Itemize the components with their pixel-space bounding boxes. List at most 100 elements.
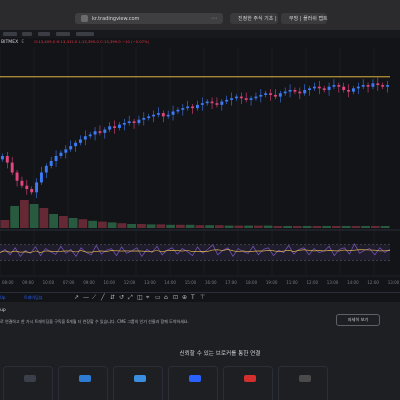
volume-bar bbox=[176, 224, 185, 228]
symbol-legend: BITMEX E O:13,409.0 H:13,412.0 L:13,395.… bbox=[0, 38, 400, 46]
candle-body bbox=[225, 99, 229, 102]
candle-body bbox=[195, 104, 199, 109]
toolbar-item[interactable] bbox=[76, 32, 94, 36]
volume-bar bbox=[322, 226, 331, 228]
time-axis-label: 11:00 bbox=[286, 280, 298, 285]
candle-body bbox=[317, 86, 321, 89]
candle-body bbox=[327, 86, 331, 90]
candle-body bbox=[98, 131, 102, 133]
volume-bar bbox=[224, 225, 234, 228]
broker-card[interactable] bbox=[223, 366, 273, 400]
toolbar-item[interactable] bbox=[56, 32, 70, 36]
drawing-tool-icon[interactable]: T bbox=[191, 294, 195, 301]
candle-body bbox=[239, 96, 243, 99]
candle-body bbox=[20, 180, 24, 186]
drawing-tool-icon[interactable]: ⤢ bbox=[128, 294, 133, 302]
toolbar-item[interactable] bbox=[22, 32, 32, 36]
candle-body bbox=[132, 121, 136, 123]
broker-logo-icon bbox=[189, 375, 201, 382]
time-axis-label: 19:00 bbox=[266, 280, 278, 285]
candle-body bbox=[117, 124, 121, 128]
volume-bar bbox=[68, 218, 78, 228]
broker-card[interactable] bbox=[58, 366, 108, 400]
volume-bar bbox=[263, 225, 273, 228]
tab-label: 무빙 | 플러쉬 랩트 bbox=[289, 16, 328, 22]
broker-card[interactable] bbox=[113, 366, 163, 400]
drawing-tool-icon[interactable]: — bbox=[83, 294, 89, 301]
candle-body bbox=[83, 136, 87, 140]
toolbar-item[interactable] bbox=[38, 32, 50, 36]
drawing-tool-icon[interactable]: ⊤ bbox=[200, 294, 205, 301]
candle-body bbox=[30, 189, 34, 193]
browser-tab-2[interactable]: 무빙 | 플러쉬 랩트 bbox=[281, 13, 328, 24]
ohlc-values: O:13,409.0 H:13,412.0 L:13,395.0 C:13,39… bbox=[34, 40, 150, 44]
drawing-tool-icon[interactable]: ↺ bbox=[119, 294, 124, 301]
broker-card[interactable] bbox=[278, 366, 328, 400]
time-axis-label: 12:00 bbox=[307, 280, 319, 285]
broker-logo-icon bbox=[299, 375, 311, 382]
url-text: kr.tradingview.com bbox=[92, 15, 140, 22]
drawing-tool-icon[interactable]: ⊡ bbox=[173, 294, 178, 301]
broker-card[interactable] bbox=[3, 366, 53, 400]
candle-body bbox=[347, 90, 351, 92]
drawing-tool-icon[interactable]: ⊕ bbox=[182, 294, 187, 301]
candle-body bbox=[278, 93, 282, 97]
drawing-tool-icon[interactable]: ▭ bbox=[155, 294, 161, 301]
volume-bar bbox=[0, 220, 10, 228]
learn-more-button[interactable]: 자세히 보기 bbox=[336, 314, 380, 326]
time-axis-label: 17:00 bbox=[225, 280, 237, 285]
time-axis-label: 13:00 bbox=[388, 280, 400, 285]
candle-body bbox=[74, 142, 78, 147]
candle-body bbox=[298, 91, 302, 94]
broker-card[interactable] bbox=[168, 366, 218, 400]
oscillator-band bbox=[0, 244, 390, 261]
candle-body bbox=[351, 88, 355, 92]
drawing-tool-icon[interactable]: ╱ bbox=[101, 294, 105, 301]
address-bar[interactable]: kr.tradingview.com ⋯ bbox=[75, 13, 223, 24]
toolbar-item[interactable] bbox=[3, 32, 17, 36]
browser-tab-1[interactable]: 진정한 주식 기초 | bbox=[230, 13, 278, 24]
drawing-bar-caption-2[interactable]: 트레이딩뷰 bbox=[24, 295, 42, 301]
time-axis-label: 10:00 bbox=[43, 280, 55, 285]
drawing-bar-caption: Up bbox=[0, 295, 6, 300]
price-chart[interactable]: 08:00 09:00 10:00 07:00 09:00 10:00 12:00 13:00… bbox=[0, 47, 400, 292]
volume-bar bbox=[39, 208, 49, 228]
browser-chrome: kr.tradingview.com ⋯ 진정한 주식 기초 | 무빙 | 플러… bbox=[0, 0, 400, 30]
time-axis-label: 18:00 bbox=[246, 280, 258, 285]
candle-body bbox=[108, 126, 112, 130]
candle-body bbox=[386, 85, 390, 87]
candle-body bbox=[356, 86, 360, 89]
candle-body bbox=[64, 149, 68, 153]
drawing-tool-icon[interactable]: ⟋ bbox=[92, 294, 96, 302]
drawing-tool-icon[interactable]: ⌖ bbox=[146, 294, 149, 302]
time-axis-label: 10:00 bbox=[104, 280, 116, 285]
drawing-tool-icon[interactable]: ⌂ bbox=[164, 294, 168, 301]
candle-body bbox=[337, 85, 341, 87]
symbol-name[interactable]: BITMEX bbox=[1, 40, 18, 45]
drawing-tool-icon[interactable]: ⇵ bbox=[110, 294, 115, 301]
volume-bar bbox=[254, 225, 263, 228]
candle-body bbox=[5, 156, 9, 163]
volume-bar bbox=[234, 225, 244, 228]
candle-body bbox=[293, 90, 297, 92]
candle-body bbox=[161, 113, 165, 117]
volume-bar bbox=[244, 225, 253, 228]
more-options-icon[interactable]: ⋯ bbox=[211, 15, 217, 22]
candle-body bbox=[361, 85, 365, 87]
drawing-tool-icon[interactable]: ↗ bbox=[74, 294, 79, 301]
candle-body bbox=[142, 118, 146, 120]
drawing-tool-icon[interactable]: ◫ bbox=[137, 294, 143, 301]
candle-body bbox=[137, 119, 141, 123]
candle-body bbox=[376, 83, 380, 86]
volume-bar bbox=[185, 224, 195, 228]
candle-body bbox=[308, 88, 312, 90]
candle-body bbox=[0, 156, 4, 160]
candle-body bbox=[15, 172, 19, 181]
candle-body bbox=[210, 101, 214, 104]
candle-body bbox=[147, 116, 151, 119]
candle-body bbox=[254, 96, 258, 99]
candle-body bbox=[220, 101, 224, 105]
candle-body bbox=[312, 86, 316, 89]
candle-body bbox=[10, 162, 14, 173]
volume-bar bbox=[10, 206, 19, 228]
